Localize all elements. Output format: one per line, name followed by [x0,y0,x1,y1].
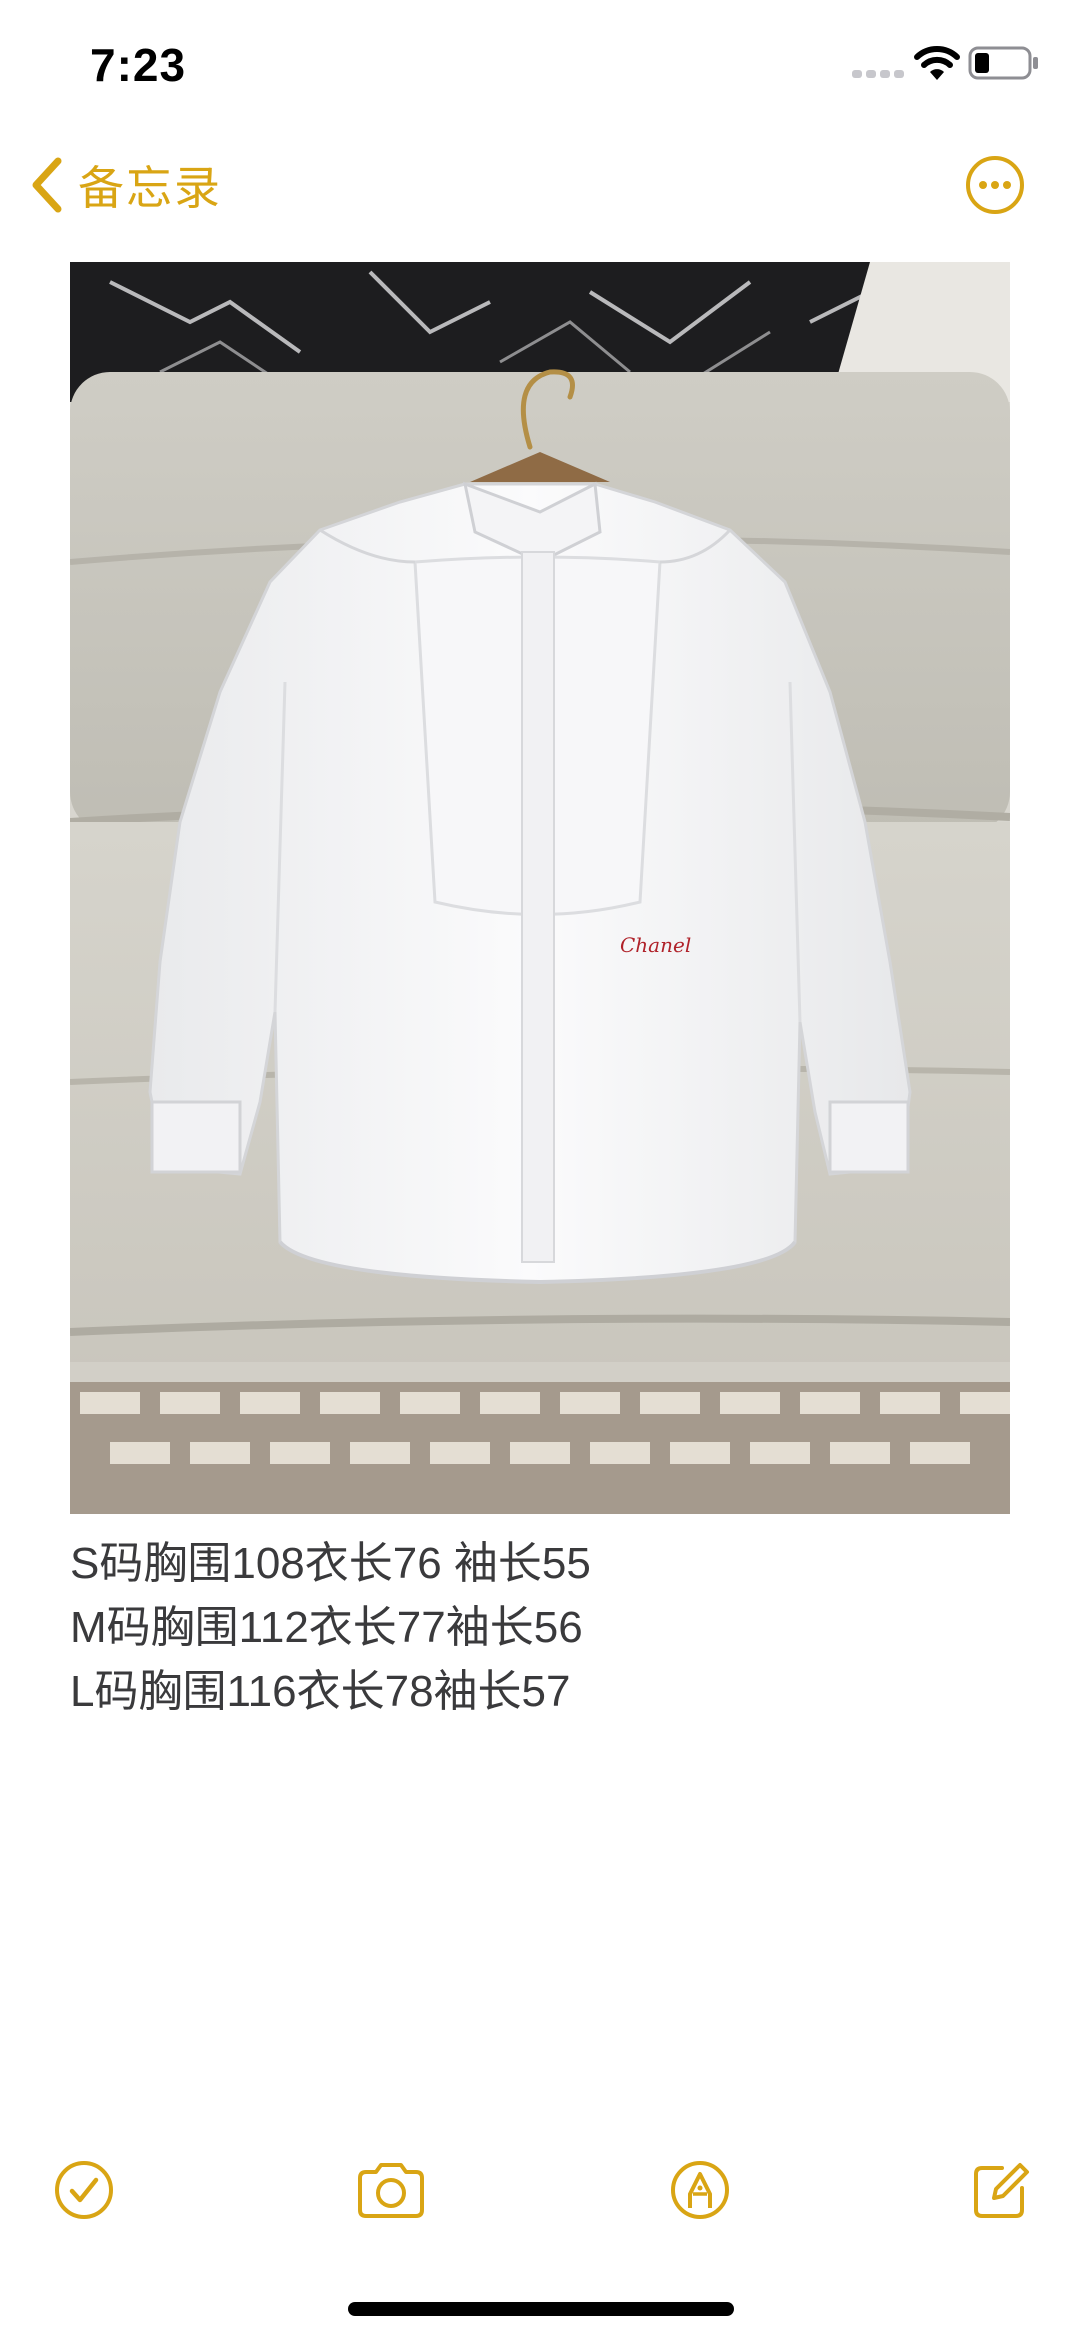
home-indicator[interactable] [348,2302,734,2316]
chevron-left-icon [32,157,62,213]
checklist-button[interactable] [52,2158,116,2222]
note-body[interactable]: S码胸围108衣长76 袖长55 M码胸围112衣长77袖长56 L码胸围116… [70,1532,1010,1724]
navigation-bar: 备忘录 [0,140,1080,230]
shirt-photo[interactable]: Chanel [70,262,1010,1514]
bottom-toolbar [0,2150,1080,2230]
battery-icon [968,46,1038,80]
back-label: 备忘录 [78,162,222,214]
camera-button[interactable] [354,2158,428,2222]
status-bar: 7:23 [0,0,1080,130]
note-line-size-s[interactable]: S码胸围108衣长76 袖长55 [70,1532,1010,1596]
markup-button[interactable] [668,2158,732,2222]
pen-circle-icon [671,2161,729,2219]
ellipsis-circle-icon[interactable] [964,154,1026,216]
status-time: 7:23 [90,39,187,91]
note-line-size-m[interactable]: M码胸围112衣长77袖长56 [70,1596,1010,1660]
camera-icon [358,2163,424,2218]
wifi-icon [914,46,960,80]
shirt-photo-illustration: Chanel [70,262,1010,1514]
compose-button[interactable] [968,2158,1032,2222]
back-button[interactable]: 备忘录 [30,150,222,220]
checkmark-circle-icon [55,2161,113,2219]
compose-icon [974,2163,1029,2218]
note-line-size-l[interactable]: L码胸围116衣长78袖长57 [70,1660,1010,1724]
embroidery-text: Chanel [620,933,691,957]
cellular-signal-icon [852,70,904,78]
